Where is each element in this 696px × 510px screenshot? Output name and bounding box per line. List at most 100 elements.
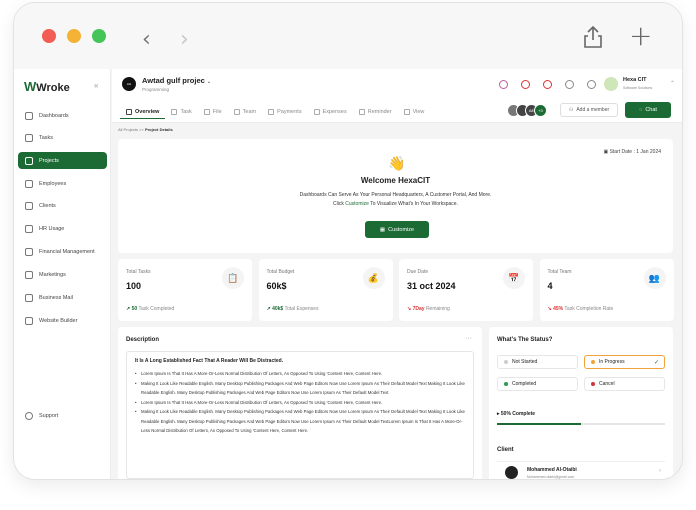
project-name[interactable]: Awtad gulf projec ⌄	[142, 76, 211, 85]
sidebar-item-support[interactable]: Support	[18, 407, 107, 424]
sidebar-item-dashboards[interactable]: Dashboards	[18, 107, 107, 124]
more-members-badge[interactable]: +3	[534, 104, 547, 117]
task-icon	[171, 109, 178, 115]
description-bullet: Making It Look Like Readable English. Ma…	[135, 407, 465, 436]
reminder-icon	[358, 109, 365, 115]
back-arrow-icon[interactable]: ‹	[142, 27, 151, 52]
status-card: What's The Status? Not Started In Progres…	[489, 327, 673, 479]
stat-footer-text: Remaining	[425, 306, 450, 312]
status-option-not-started[interactable]: Not Started	[497, 355, 578, 369]
client-title: Client	[497, 447, 514, 453]
sidebar-item-financial-management[interactable]: Financial Management	[18, 243, 107, 260]
collapse-sidebar-icon[interactable]: «	[94, 81, 98, 90]
description-box[interactable]: It Is A Long Established Fact That A Rea…	[126, 351, 474, 479]
welcome-subtitle-2: Click Customize To Visualize What's In Y…	[333, 201, 458, 207]
stat-card-total-tasks: Total Tasks 100 📋 ↗ 50 Task Completed	[118, 259, 252, 321]
notification-icon[interactable]	[521, 80, 530, 89]
gear-icon[interactable]	[587, 80, 596, 89]
sidebar-item-clients[interactable]: Clients	[18, 197, 107, 214]
stat-value: 60k$	[266, 281, 287, 291]
breadcrumb-parent[interactable]: All Projects	[118, 127, 138, 132]
stat-footer: ↗ 50 Task Completed	[126, 306, 174, 312]
sidebar-item-label: Financial Management	[39, 248, 95, 255]
status-option-label: In Progress	[599, 359, 625, 365]
chat-bubble-icon: ◌	[639, 107, 643, 113]
sidebar-item-label: Support	[39, 412, 59, 419]
trend-up-icon: ↗	[126, 306, 131, 312]
client-row[interactable]: Mohammed Al-Otaibi Mohammed.otaibi@gmail…	[497, 461, 665, 479]
tab-team[interactable]: Team	[228, 105, 262, 119]
chat-button[interactable]: ◌ Chat	[625, 102, 671, 118]
start-date: ▣ Start Date : 1 Jan 2024	[603, 149, 661, 155]
message-icon[interactable]	[543, 80, 552, 89]
status-dot-icon	[591, 360, 595, 364]
progress-fill	[497, 423, 581, 425]
calendar-icon: 📅	[503, 267, 525, 289]
sidebar-item-tasks[interactable]: Tasks	[18, 129, 107, 146]
file-icon	[203, 109, 210, 115]
tab-view[interactable]: View	[398, 105, 431, 119]
tab-payments[interactable]: Payments	[262, 105, 307, 119]
stat-label: Total Team	[547, 269, 572, 275]
stat-footer: ↘ 7Day Remaining	[407, 306, 450, 312]
sidebar-item-website-builder[interactable]: Website Builder	[18, 312, 107, 329]
team-avatars[interactable]: AE +3	[507, 104, 547, 117]
check-icon: ✓	[653, 359, 659, 366]
status-option-completed[interactable]: Completed	[497, 377, 578, 391]
sidebar-item-business-mail[interactable]: Business Mail	[18, 289, 107, 306]
welcome-title: Welcome HexaCIT	[360, 176, 431, 185]
tab-expenses[interactable]: Expenses	[308, 105, 353, 119]
tab-overview[interactable]: Overview	[120, 105, 166, 119]
description-bullet: Lorem Ipsum Is That It Has A More-Or-Les…	[135, 398, 465, 408]
add-member-button[interactable]: ⚇ Add a member	[560, 103, 618, 117]
status-option-in-progress[interactable]: In Progress ✓	[584, 355, 665, 369]
sidebar-item-label: Employees	[39, 180, 67, 187]
chevron-right-icon[interactable]: ›	[659, 468, 661, 474]
customize-button[interactable]: ▦ Customize	[365, 221, 429, 238]
stat-footer-text: Task Completion Rate	[564, 306, 614, 312]
client-name: Mohammed Al-Otaibi	[527, 467, 577, 473]
sidebar-item-projects[interactable]: Projects	[18, 152, 107, 169]
chevron-down-icon[interactable]: ⌄	[207, 79, 211, 85]
sidebar-item-marketings[interactable]: Marketings	[18, 266, 107, 283]
minimize-window-button[interactable]	[67, 29, 81, 43]
progress-label: ▸ 50% Complete	[497, 411, 536, 417]
tab-label: View	[412, 109, 425, 115]
close-window-button[interactable]	[42, 29, 56, 43]
tab-label: Overview	[135, 108, 160, 115]
sidebar-item-hr-usage[interactable]: HR Usage	[18, 220, 107, 237]
finance-icon	[25, 247, 33, 256]
overview-icon	[126, 108, 132, 115]
stat-value: 100	[126, 281, 142, 291]
progress-arrow-icon: ▸	[497, 411, 500, 417]
tab-label: Payments	[277, 109, 302, 115]
user-menu-chevron-icon[interactable]: ⌃	[670, 80, 675, 87]
customize-link[interactable]: Customize	[345, 201, 369, 207]
view-icon	[403, 109, 410, 115]
sidebar-item-employees[interactable]: Employees	[18, 175, 107, 192]
forward-arrow-icon[interactable]: ›	[180, 27, 189, 52]
progress-bar	[497, 423, 665, 425]
tab-bar: Overview Task File Team Payments Expenses Remi…	[120, 105, 430, 119]
breadcrumb-current: Project Details	[144, 127, 173, 132]
tab-file[interactable]: File	[198, 105, 228, 119]
alarm-icon[interactable]	[565, 80, 574, 89]
sidebar-item-label: Website Builder	[39, 317, 78, 324]
tab-reminder[interactable]: Reminder	[353, 105, 398, 119]
project-header: AG Awtad gulf projec ⌄ Programming Hexa …	[112, 69, 682, 123]
window-frame: ‹ › + WWroke « Dashboards Tasks Projects Em…	[13, 2, 683, 480]
tab-label: Reminder	[367, 109, 392, 115]
robot-icon[interactable]	[499, 80, 508, 89]
stat-footer: ↗ 40k$ Total Expenses	[267, 306, 319, 312]
new-tab-icon[interactable]: +	[629, 19, 652, 52]
sidebar-item-label: Business Mail	[39, 294, 73, 301]
description-bullet: Making It Look Like Readable English. Ma…	[135, 379, 465, 398]
user-role: Software Solutions	[623, 86, 653, 90]
maximize-window-button[interactable]	[92, 29, 106, 43]
share-icon[interactable]	[582, 25, 604, 49]
status-option-cancel[interactable]: Cancel	[584, 377, 665, 391]
stat-footer-text: Task Completed	[138, 306, 175, 312]
more-options-icon[interactable]: ···	[465, 335, 472, 342]
tab-task[interactable]: Task	[165, 105, 197, 119]
user-avatar[interactable]	[604, 77, 618, 91]
